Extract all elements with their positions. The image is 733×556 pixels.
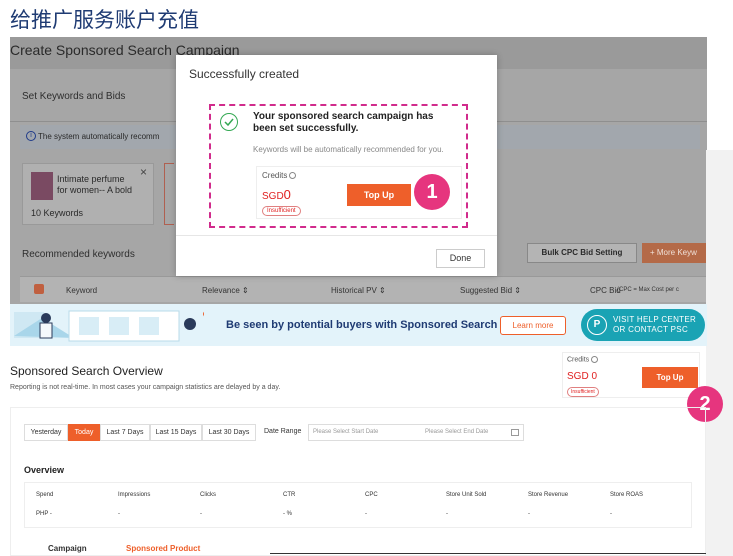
date-range-label: Date Range	[264, 428, 302, 435]
close-icon[interactable]: ×	[140, 165, 147, 179]
info-icon: i	[26, 131, 36, 141]
bulk-cpc-bid-button[interactable]: Bulk CPC Bid Setting	[527, 243, 637, 263]
metric-store-unit-sold-value: -	[446, 511, 448, 517]
decorative-panel	[706, 150, 733, 556]
range-last-15-days[interactable]: Last 15 Days	[150, 424, 202, 441]
end-date-placeholder: Please Select End Date	[425, 429, 489, 435]
col-relevance[interactable]: Relevance ⇕	[202, 286, 249, 295]
banner-text: Be seen by potential buyers with Sponsor…	[226, 319, 498, 331]
visit-line-2: OR CONTACT PSC	[613, 325, 689, 334]
metrics-panel	[24, 482, 692, 528]
info-icon	[591, 356, 599, 363]
metric-cpc-value: -	[365, 511, 367, 517]
bottom-divider	[270, 553, 706, 554]
check-icon	[220, 113, 238, 131]
metric-clicks-value: -	[200, 511, 202, 517]
product-name: Intimate perfume for women-- A bold	[57, 174, 133, 195]
credits-amount-2: SGD 0	[567, 371, 598, 382]
top-up-button-2[interactable]: Top Up	[642, 367, 698, 388]
modal-divider	[176, 235, 497, 236]
select-all-checkbox[interactable]	[34, 284, 44, 294]
product-keywords-count: 10 Keywords	[31, 208, 84, 218]
metric-impressions: Impressions	[118, 492, 151, 498]
range-today[interactable]: Today	[68, 424, 100, 441]
step-badge-1: 1	[414, 174, 450, 210]
range-last-30-days[interactable]: Last 30 Days	[202, 424, 256, 441]
col-suggested-bid[interactable]: Suggested Bid ⇕	[460, 286, 521, 295]
keywords-table-header: Keyword Relevance ⇕ Historical PV ⇕ Sugg…	[20, 276, 707, 302]
overview-note: Reporting is not real-time. In most case…	[10, 384, 281, 391]
date-range-input[interactable]: Please Select Start Date Please Select E…	[308, 424, 524, 441]
success-submessage: Keywords will be automatically recommend…	[253, 145, 444, 154]
recommended-keywords-label: Recommended keywords	[22, 249, 135, 260]
range-last-7-days[interactable]: Last 7 Days	[100, 424, 150, 441]
credits-label: Credits	[262, 171, 297, 180]
metric-spend-value: PHP -	[36, 511, 52, 517]
help-center-button[interactable]: P VISIT HELP CENTER OR CONTACT PSC	[581, 309, 705, 341]
tab-sponsored-product[interactable]: Sponsored Product	[126, 544, 200, 553]
range-yesterday[interactable]: Yesterday	[24, 424, 68, 441]
metric-ctr-value: - %	[283, 511, 292, 517]
more-keywords-button[interactable]: + More Keyw	[642, 243, 707, 263]
notice-text: The system automatically recomm	[38, 132, 160, 141]
credits-label-2: Credits	[567, 356, 599, 363]
overview-label: Overview	[24, 465, 65, 475]
metric-cpc: CPC	[365, 492, 378, 498]
visit-line-1: VISIT HELP CENTER	[613, 315, 697, 324]
tab-campaign[interactable]: Campaign	[48, 544, 87, 553]
metric-ctr: CTR	[283, 492, 296, 498]
success-message: Your sponsored search campaign has been …	[253, 111, 434, 134]
metric-store-revenue: Store Revenue	[528, 492, 569, 498]
col-historical-pv[interactable]: Historical PV ⇕	[331, 286, 386, 295]
product-card[interactable]: Intimate perfume for women-- A bold × 10…	[22, 163, 154, 225]
start-date-placeholder: Please Select Start Date	[313, 429, 379, 435]
metric-spend: Spend	[36, 492, 54, 498]
metric-store-revenue-value: -	[528, 511, 530, 517]
top-up-button[interactable]: Top Up	[347, 184, 411, 206]
metric-impressions-value: -	[118, 511, 120, 517]
overview-title: Sponsored Search Overview	[10, 364, 163, 378]
psc-icon: P	[587, 315, 607, 335]
insufficient-badge: Insufficient	[262, 206, 301, 216]
col-keyword[interactable]: Keyword	[66, 286, 97, 295]
page-heading: 给推广服务账户充值	[10, 8, 199, 32]
product-image	[31, 172, 53, 200]
info-icon	[289, 172, 297, 180]
metric-store-roas: Store ROAS	[610, 492, 644, 498]
modal-title: Successfully created	[189, 67, 300, 81]
calendar-icon	[511, 429, 519, 436]
credits-amount: SGD0	[262, 187, 291, 202]
product-card-next[interactable]	[164, 163, 174, 225]
banner-illustration	[14, 310, 204, 342]
metric-store-unit-sold: Store Unit Sold	[446, 492, 487, 498]
metric-store-roas-value: -	[610, 511, 612, 517]
metric-clicks: Clicks	[200, 492, 216, 498]
learn-more-button[interactable]: Learn more	[500, 316, 566, 335]
cpc-note: (CPC = Max Cost per c	[617, 287, 679, 293]
done-button[interactable]: Done	[436, 249, 485, 268]
section-title: Set Keywords and Bids	[22, 91, 126, 102]
insufficient-badge-2: Insufficient	[567, 387, 599, 397]
